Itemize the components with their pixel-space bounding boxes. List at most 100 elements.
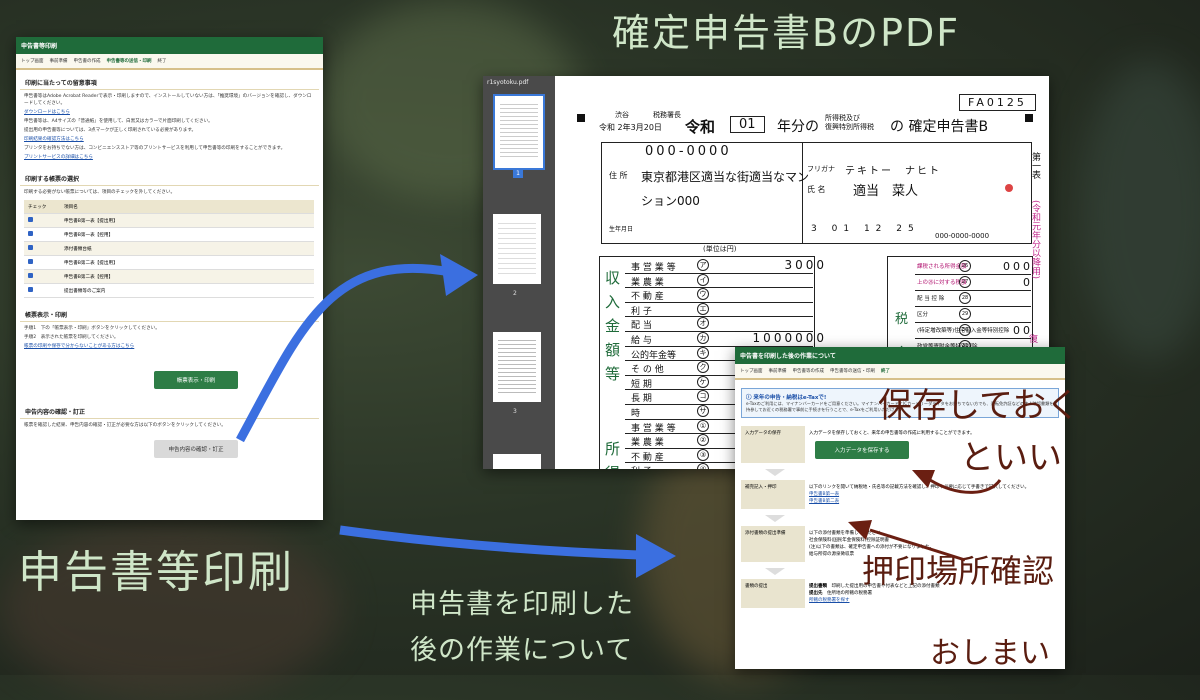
print-check-link[interactable]: 印刷結果の確認方法はこちら — [16, 135, 323, 144]
find-tax-office-link[interactable]: 所轄の税務署を探す — [809, 597, 1055, 604]
col-item: 項目名 — [60, 200, 314, 214]
select-instructions: 印刷する必要がない帳票については、項目のチェックを外してください。 — [24, 190, 176, 195]
name-label: 氏 名 — [807, 185, 826, 194]
attachment-item: 社会保険料(国民年金保険料)控除証明書 — [809, 538, 890, 543]
pdf-page-number: 3 — [513, 408, 517, 415]
income-row-label: 事 営 業 等 — [631, 263, 676, 273]
income-row-label: 時 — [631, 409, 641, 419]
section-notes-heading: 印刷に当たっての留意事項 — [20, 74, 319, 90]
print-service-link[interactable]: プリントサービスの詳細はこちら — [16, 153, 323, 162]
step-1: 手順1 下の「帳票表示・印刷」ボタンをクリックしてください。 — [24, 326, 160, 331]
step-text: 以下のリンクを開いて納税地・氏名等の記載方法を確認し、押印や必要に応じて手書きで… — [809, 485, 1030, 490]
print-form-button[interactable]: 帳票表示・印刷 — [154, 371, 238, 389]
income-row-label: 業 農 業 — [631, 277, 664, 288]
checkbox[interactable] — [28, 245, 33, 250]
income-row-code: ③ — [697, 448, 709, 461]
download-link[interactable]: ダウンロードはこちら — [16, 108, 323, 117]
pdf-thumbnail[interactable] — [493, 332, 541, 402]
income-row-label: 配 当 — [631, 321, 652, 332]
name-value: 適当 菜人 — [853, 184, 919, 199]
step-arrow — [765, 469, 785, 476]
step-label: 入力データの保存 — [741, 426, 805, 463]
breadcrumb-item[interactable]: 申告書等の送信・印刷 — [830, 368, 875, 374]
print-help-link[interactable]: 帳票の印刷や保存で分からないことがある方はこちら — [16, 342, 323, 351]
checkbox[interactable] — [28, 231, 33, 236]
annotation-end: おしまい — [930, 636, 1050, 671]
arrow-head — [440, 254, 478, 296]
tax-row-value: 000 — [1003, 260, 1033, 273]
breadcrumb-item[interactable]: 事前準備 — [769, 368, 787, 374]
form-b-page1-link[interactable]: 申告書B第一表 — [809, 491, 1055, 498]
income-row-label: 不 動 産 — [631, 452, 664, 463]
tax-row-label: 区分 — [917, 312, 929, 318]
after-title-line1: 申告書を印刷した — [410, 589, 634, 620]
tax-row-value: 0 — [1023, 276, 1033, 289]
breadcrumb-item[interactable]: トップ画面 — [21, 58, 44, 64]
note-acrobat: 申告書等はAdobe Acrobat Readerで表示・印刷しますので、インス… — [24, 94, 312, 106]
income-row-code: サ — [697, 405, 709, 417]
table-row: 添付書類台紙 — [24, 241, 314, 256]
income-row-code: ① — [697, 419, 709, 432]
tax-row-line — [915, 306, 1031, 307]
confirm-edit-button[interactable]: 申告内容の確認・訂正 — [154, 440, 238, 458]
annotation-stamp: 押印場所確認 — [862, 552, 1055, 590]
income-row-code: カ — [697, 332, 709, 344]
checkbox[interactable] — [28, 259, 33, 264]
checkbox[interactable] — [28, 273, 33, 278]
tax-row-line — [915, 290, 1031, 291]
address-line2: ション000 — [641, 194, 700, 208]
tax-row-value: 00 — [1013, 324, 1033, 337]
income-row-value: 3000 — [784, 258, 827, 272]
pdf-thumbnail-sidebar: r1syotoku.pdf 1 2 3 — [483, 76, 555, 469]
income-label-3: 得 — [605, 462, 620, 469]
breadcrumb-current: 申告書等の送信・印刷 — [106, 59, 152, 64]
breadcrumb-item[interactable]: 申告書の作成 — [74, 58, 101, 64]
section-print-heading: 帳票表示・印刷 — [20, 306, 319, 322]
office-label: 税務署長 — [653, 111, 681, 119]
income-row-label: 長 期 — [631, 394, 652, 405]
pdf-page-number: 1 — [513, 170, 523, 178]
breadcrumb-item[interactable]: 事前準備 — [50, 58, 68, 64]
income-row-code: ④ — [697, 463, 709, 469]
checkbox[interactable] — [28, 287, 33, 292]
background-rock — [1080, 60, 1200, 360]
breadcrumb-item[interactable]: トップ画面 — [740, 368, 763, 374]
tax-row-line — [915, 322, 1031, 323]
section-confirm-heading: 申告内容の確認・訂正 — [20, 403, 319, 419]
form-code: FA0125 — [959, 94, 1036, 111]
income-row-code: イ — [697, 273, 709, 286]
postal-code: 000-0000 — [645, 144, 732, 159]
pdf-title: 確定申告書BのPDF — [612, 11, 961, 55]
tax-row-line — [915, 274, 1031, 275]
form-b-page2-link[interactable]: 申告書B第二表 — [809, 498, 1055, 505]
furigana-label: フリガナ — [807, 165, 835, 173]
income-row-label: 利 子 — [631, 464, 652, 469]
step-arrow — [765, 568, 785, 575]
birth-value: 3 01 12 25 — [811, 224, 920, 234]
checkbox[interactable] — [28, 217, 33, 222]
save-data-button[interactable]: 入力データを保存する — [815, 441, 909, 459]
note-marks: 提出用の申告書等については、3点マークが正しく印刷されている必要があります。 — [24, 128, 197, 133]
office-name: 渋谷 — [615, 111, 629, 119]
col-check: チェック — [24, 200, 60, 214]
side-title: 第一表 — [1030, 152, 1040, 179]
pdf-page-number: 2 — [513, 290, 517, 297]
income-row-code: ア — [697, 259, 709, 271]
step-text: 以下の添付書類を準備してください。 — [809, 531, 886, 536]
form-title-mid: 年分の — [777, 119, 819, 135]
address-line1: 東京都港区適当な街適当なマン — [641, 170, 810, 184]
pdf-thumbnail[interactable] — [493, 214, 541, 284]
form-select-table: チェック 項目名 申告書B第一表【提出用】 申告書B第一表【控用】 添付書類台紙 … — [24, 200, 314, 298]
pdf-thumbnail[interactable] — [493, 94, 545, 170]
pdf-thumbnail[interactable] — [493, 454, 541, 469]
income-row-label: 業 農 業 — [631, 438, 664, 449]
section-select-heading: 印刷する帳票の選択 — [20, 170, 319, 186]
confirm-instructions: 帳票を確認した結果、申告内容の確認・訂正が必要な方は以下のボタンをクリックしてく… — [24, 423, 226, 428]
table-row: 提出書類等のご案内 — [24, 283, 314, 298]
breadcrumb-item[interactable]: 申告書等の作成 — [793, 368, 825, 374]
after-title-line2: 後の作業について — [410, 635, 634, 666]
tax-row-code: 28 — [959, 292, 971, 304]
after-page-header: 申告書を印刷した後の作業について — [735, 347, 1065, 364]
step-label: 書類の提出 — [741, 579, 805, 608]
tax-row-code: 27 — [959, 276, 971, 288]
